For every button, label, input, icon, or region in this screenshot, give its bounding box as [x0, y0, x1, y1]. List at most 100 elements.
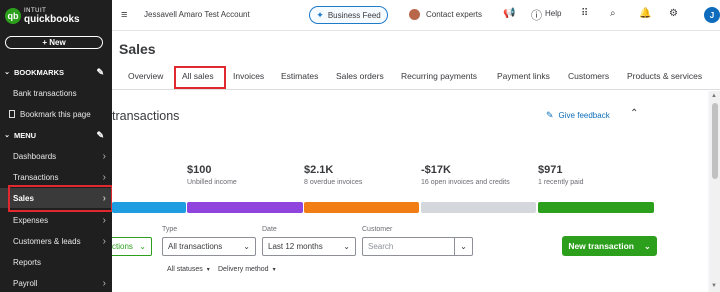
customer-search-input[interactable]	[362, 237, 455, 256]
type-value: All transactions	[168, 242, 223, 251]
stat-recently-paid[interactable]: $971 1 recently paid	[538, 164, 584, 186]
sidebar-item-label: Expenses	[13, 215, 49, 225]
scroll-up-icon[interactable]: ▲	[711, 93, 717, 99]
all-statuses-filter[interactable]: All statuses ▾	[167, 266, 210, 273]
give-feedback-link[interactable]: ✎ Give feedback	[546, 110, 610, 121]
section-title: transactions	[112, 109, 180, 123]
stat-label: 16 open invoices and credits	[421, 179, 510, 186]
sidebar-item-label: Bookmark this page	[20, 109, 91, 119]
delivery-method-filter[interactable]: Delivery method ▾	[218, 266, 276, 273]
search-icon[interactable]: ⌕	[610, 8, 616, 19]
new-button[interactable]: + New	[5, 36, 103, 49]
stat-label: 8 overdue invoices	[304, 179, 363, 186]
sidebar-item-label: Payroll	[13, 278, 38, 288]
tab-overview[interactable]: Overview	[128, 71, 163, 81]
user-avatar[interactable]: J	[704, 7, 720, 23]
help-label[interactable]: Help	[545, 9, 561, 18]
help-icon[interactable]: ⓘ	[531, 7, 542, 23]
stat-value: $2.1K	[304, 164, 334, 176]
sales-tabs: Overview All sales Invoices Estimates Sa…	[112, 66, 720, 90]
partial-filter-select[interactable]: ctions ⌄	[112, 237, 152, 256]
scroll-down-icon[interactable]: ▼	[711, 283, 717, 289]
type-select[interactable]: All transactions ⌄	[162, 237, 256, 256]
all-statuses-label: All statuses	[167, 266, 203, 273]
sidebar-item-label: Dashboards	[13, 151, 57, 161]
tab-invoices[interactable]: Invoices	[233, 71, 264, 81]
bookmarks-heading-label: BOOKMARKS	[14, 67, 64, 77]
expert-avatar	[409, 9, 420, 20]
logo-quickbooks: quickbooks	[24, 14, 80, 25]
notifications-bell-icon[interactable]: 🔔	[639, 8, 651, 19]
logo-text: INTUIT quickbooks	[24, 7, 80, 25]
sidebar-item-customers-leads[interactable]: Customers & leads ›	[0, 231, 112, 251]
money-bar-estimates[interactable]	[112, 202, 186, 213]
business-feed-label: Business Feed	[327, 10, 381, 20]
money-bar-overdue[interactable]	[304, 202, 419, 213]
bookmark-icon	[9, 110, 15, 118]
partial-filter-value: ctions	[112, 242, 133, 251]
new-transaction-label: New transaction	[568, 241, 634, 251]
tab-payment-links[interactable]: Payment links	[497, 71, 550, 81]
chevron-down-icon[interactable]: ⌄	[644, 242, 651, 251]
give-feedback-label: Give feedback	[558, 111, 610, 120]
stat-value: -$17K	[421, 164, 451, 176]
gear-icon[interactable]: ⚙	[669, 8, 678, 19]
stat-unbilled-income[interactable]: $100 Unbilled income	[187, 164, 237, 186]
feedback-icon: ✎	[546, 110, 554, 120]
quickbooks-logo-icon: qb	[5, 8, 21, 24]
date-label: Date	[262, 226, 277, 233]
stat-label: 1 recently paid	[538, 179, 584, 186]
stat-value: $100	[187, 164, 212, 176]
sidebar: qb INTUIT quickbooks + New ⌄ BOOKMARKS ✎…	[0, 0, 112, 292]
chevron-right-icon: ›	[102, 235, 106, 247]
apps-grid-icon[interactable]: ⠿	[581, 8, 588, 19]
date-select[interactable]: Last 12 months ⌄	[262, 237, 356, 256]
sidebar-item-expenses[interactable]: Expenses ›	[0, 210, 112, 230]
megaphone-icon[interactable]: 📢	[503, 8, 515, 19]
tab-products-services[interactable]: Products & services	[627, 71, 702, 81]
page-title: Sales	[119, 41, 156, 57]
money-bar-open[interactable]	[421, 202, 536, 213]
stat-open-invoices[interactable]: -$17K 16 open invoices and credits	[421, 164, 510, 186]
stat-overdue-invoices[interactable]: $2.1K 8 overdue invoices	[304, 164, 362, 186]
money-bar-unbilled[interactable]	[187, 202, 303, 213]
sales-highlight-outline	[8, 185, 113, 212]
chevron-right-icon: ›	[102, 277, 106, 289]
chevron-down-icon: ⌄	[4, 69, 10, 76]
chevron-down-icon[interactable]: ⌄	[454, 237, 473, 256]
sidebar-item-label: Transactions	[13, 172, 59, 182]
tab-recurring-payments[interactable]: Recurring payments	[401, 71, 477, 81]
chevron-up-icon[interactable]: ⌃	[630, 108, 638, 119]
chevron-down-icon: ⌄	[4, 132, 10, 139]
bookmarks-heading[interactable]: ⌄ BOOKMARKS ✎	[0, 65, 112, 79]
sidebar-item-transactions[interactable]: Transactions ›	[0, 167, 112, 187]
menu-collapse-icon[interactable]: ≡	[121, 9, 127, 21]
business-feed-button[interactable]: ✦ Business Feed	[309, 6, 388, 24]
edit-pencil-icon[interactable]: ✎	[96, 130, 104, 141]
chevron-right-icon: ›	[102, 150, 106, 162]
sidebar-item-bank-transactions[interactable]: Bank transactions	[0, 83, 112, 103]
tab-sales-orders[interactable]: Sales orders	[336, 71, 384, 81]
edit-pencil-icon[interactable]: ✎	[96, 67, 104, 78]
sidebar-item-label: Customers & leads	[13, 236, 81, 246]
sidebar-item-label: Bank transactions	[13, 88, 77, 98]
new-transaction-button[interactable]: New transaction ⌄	[562, 236, 657, 256]
contact-experts-button[interactable]: Contact experts	[409, 9, 482, 20]
sidebar-item-reports[interactable]: Reports	[0, 252, 112, 272]
scrollbar-thumb[interactable]	[712, 103, 718, 179]
tab-estimates[interactable]: Estimates	[281, 71, 318, 81]
quickbooks-logo[interactable]: qb INTUIT quickbooks	[5, 7, 80, 25]
chevron-down-icon: ⌄	[343, 242, 350, 251]
sidebar-item-bookmark-this-page[interactable]: Bookmark this page	[0, 104, 112, 124]
date-value: Last 12 months	[268, 242, 323, 251]
money-bar-paid[interactable]	[538, 202, 654, 213]
stat-value: $971	[538, 164, 563, 176]
chevron-down-icon: ⌄	[243, 242, 250, 251]
menu-heading[interactable]: ⌄ MENU ✎	[0, 128, 112, 142]
tab-all-sales[interactable]: All sales	[174, 66, 226, 89]
transactions-card	[112, 91, 708, 292]
top-bar: ≡ Jessavell Amaro Test Account ✦ Busines…	[112, 0, 720, 31]
sidebar-item-dashboards[interactable]: Dashboards ›	[0, 146, 112, 166]
sidebar-item-payroll[interactable]: Payroll ›	[0, 273, 112, 292]
tab-customers[interactable]: Customers	[568, 71, 609, 81]
